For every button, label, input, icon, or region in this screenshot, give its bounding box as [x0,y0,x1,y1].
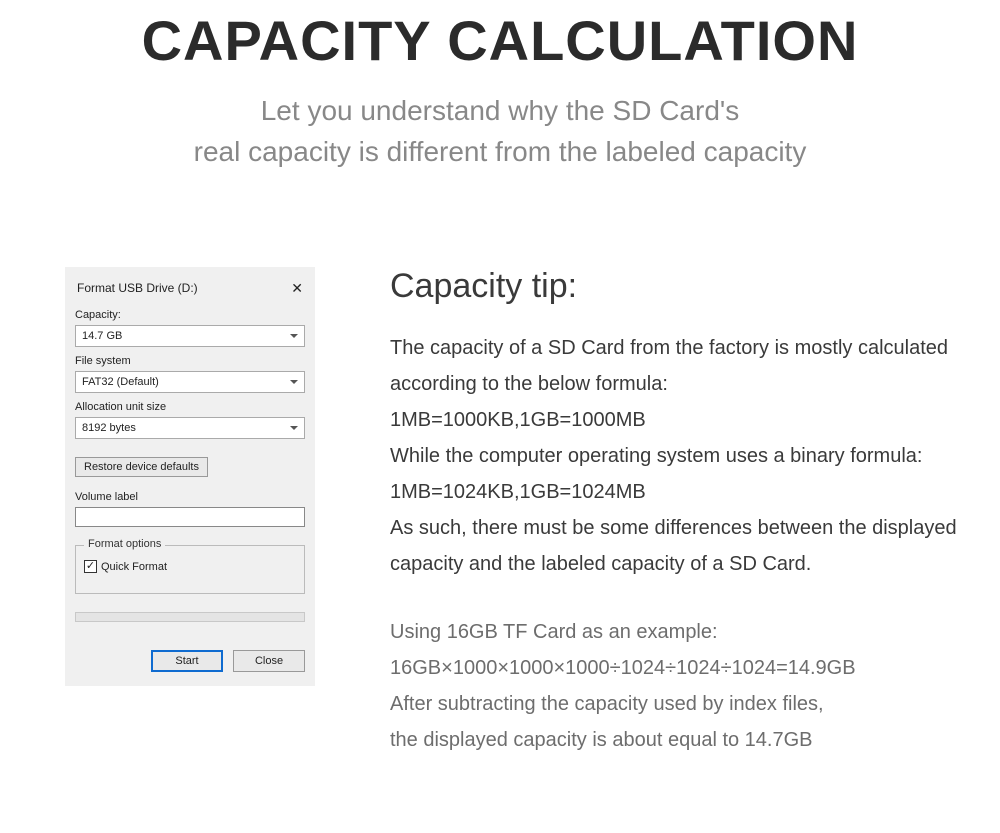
format-dialog: Format USB Drive (D:) ✕ Capacity: 14.7 G… [65,267,315,686]
dialog-title: Format USB Drive (D:) [77,281,198,295]
volume-label-label: Volume label [75,491,305,503]
capacity-select[interactable]: 14.7 GB [75,325,305,347]
quick-format-checkbox[interactable]: ✓ [84,560,97,573]
close-button[interactable]: Close [233,650,305,672]
allocation-value: 8192 bytes [82,422,136,434]
dialog-titlebar: Format USB Drive (D:) ✕ [75,277,305,309]
format-progress-bar [75,612,305,622]
tip-example-4: the displayed capacity is about equal to… [390,722,980,758]
tip-p1: The capacity of a SD Card from the facto… [390,330,980,402]
tip-p2: 1MB=1000KB,1GB=1000MB [390,402,980,438]
tip-example-1: Using 16GB TF Card as an example: [390,614,980,650]
filesystem-select[interactable]: FAT32 (Default) [75,371,305,393]
tip-example-3: After subtracting the capacity used by i… [390,686,980,722]
subtitle-line1: Let you understand why the SD Card's [261,95,740,126]
restore-defaults-button[interactable]: Restore device defaults [75,457,208,477]
tip-example-2: 16GB×1000×1000×1000÷1024÷1024÷1024=14.9G… [390,650,980,686]
format-options-group: Format options ✓ Quick Format [75,545,305,594]
capacity-label: Capacity: [75,309,305,321]
allocation-select[interactable]: 8192 bytes [75,417,305,439]
tip-p4: 1MB=1024KB,1GB=1024MB [390,474,980,510]
tip-p3: While the computer operating system uses… [390,438,980,474]
start-button[interactable]: Start [151,650,223,672]
volume-label-input[interactable] [75,507,305,527]
format-options-legend: Format options [84,538,165,550]
close-icon[interactable]: ✕ [291,281,303,295]
subtitle-line2: real capacity is different from the labe… [194,136,807,167]
capacity-tip-column: Capacity tip: The capacity of a SD Card … [390,267,980,758]
tip-heading: Capacity tip: [390,267,980,306]
page-subtitle: Let you understand why the SD Card's rea… [0,91,1000,172]
filesystem-label: File system [75,355,305,367]
page-title: CAPACITY CALCULATION [0,0,1000,73]
allocation-label: Allocation unit size [75,401,305,413]
tip-p5: As such, there must be some differences … [390,510,980,582]
quick-format-label: Quick Format [101,561,167,573]
filesystem-value: FAT32 (Default) [82,376,159,388]
capacity-value: 14.7 GB [82,330,122,342]
